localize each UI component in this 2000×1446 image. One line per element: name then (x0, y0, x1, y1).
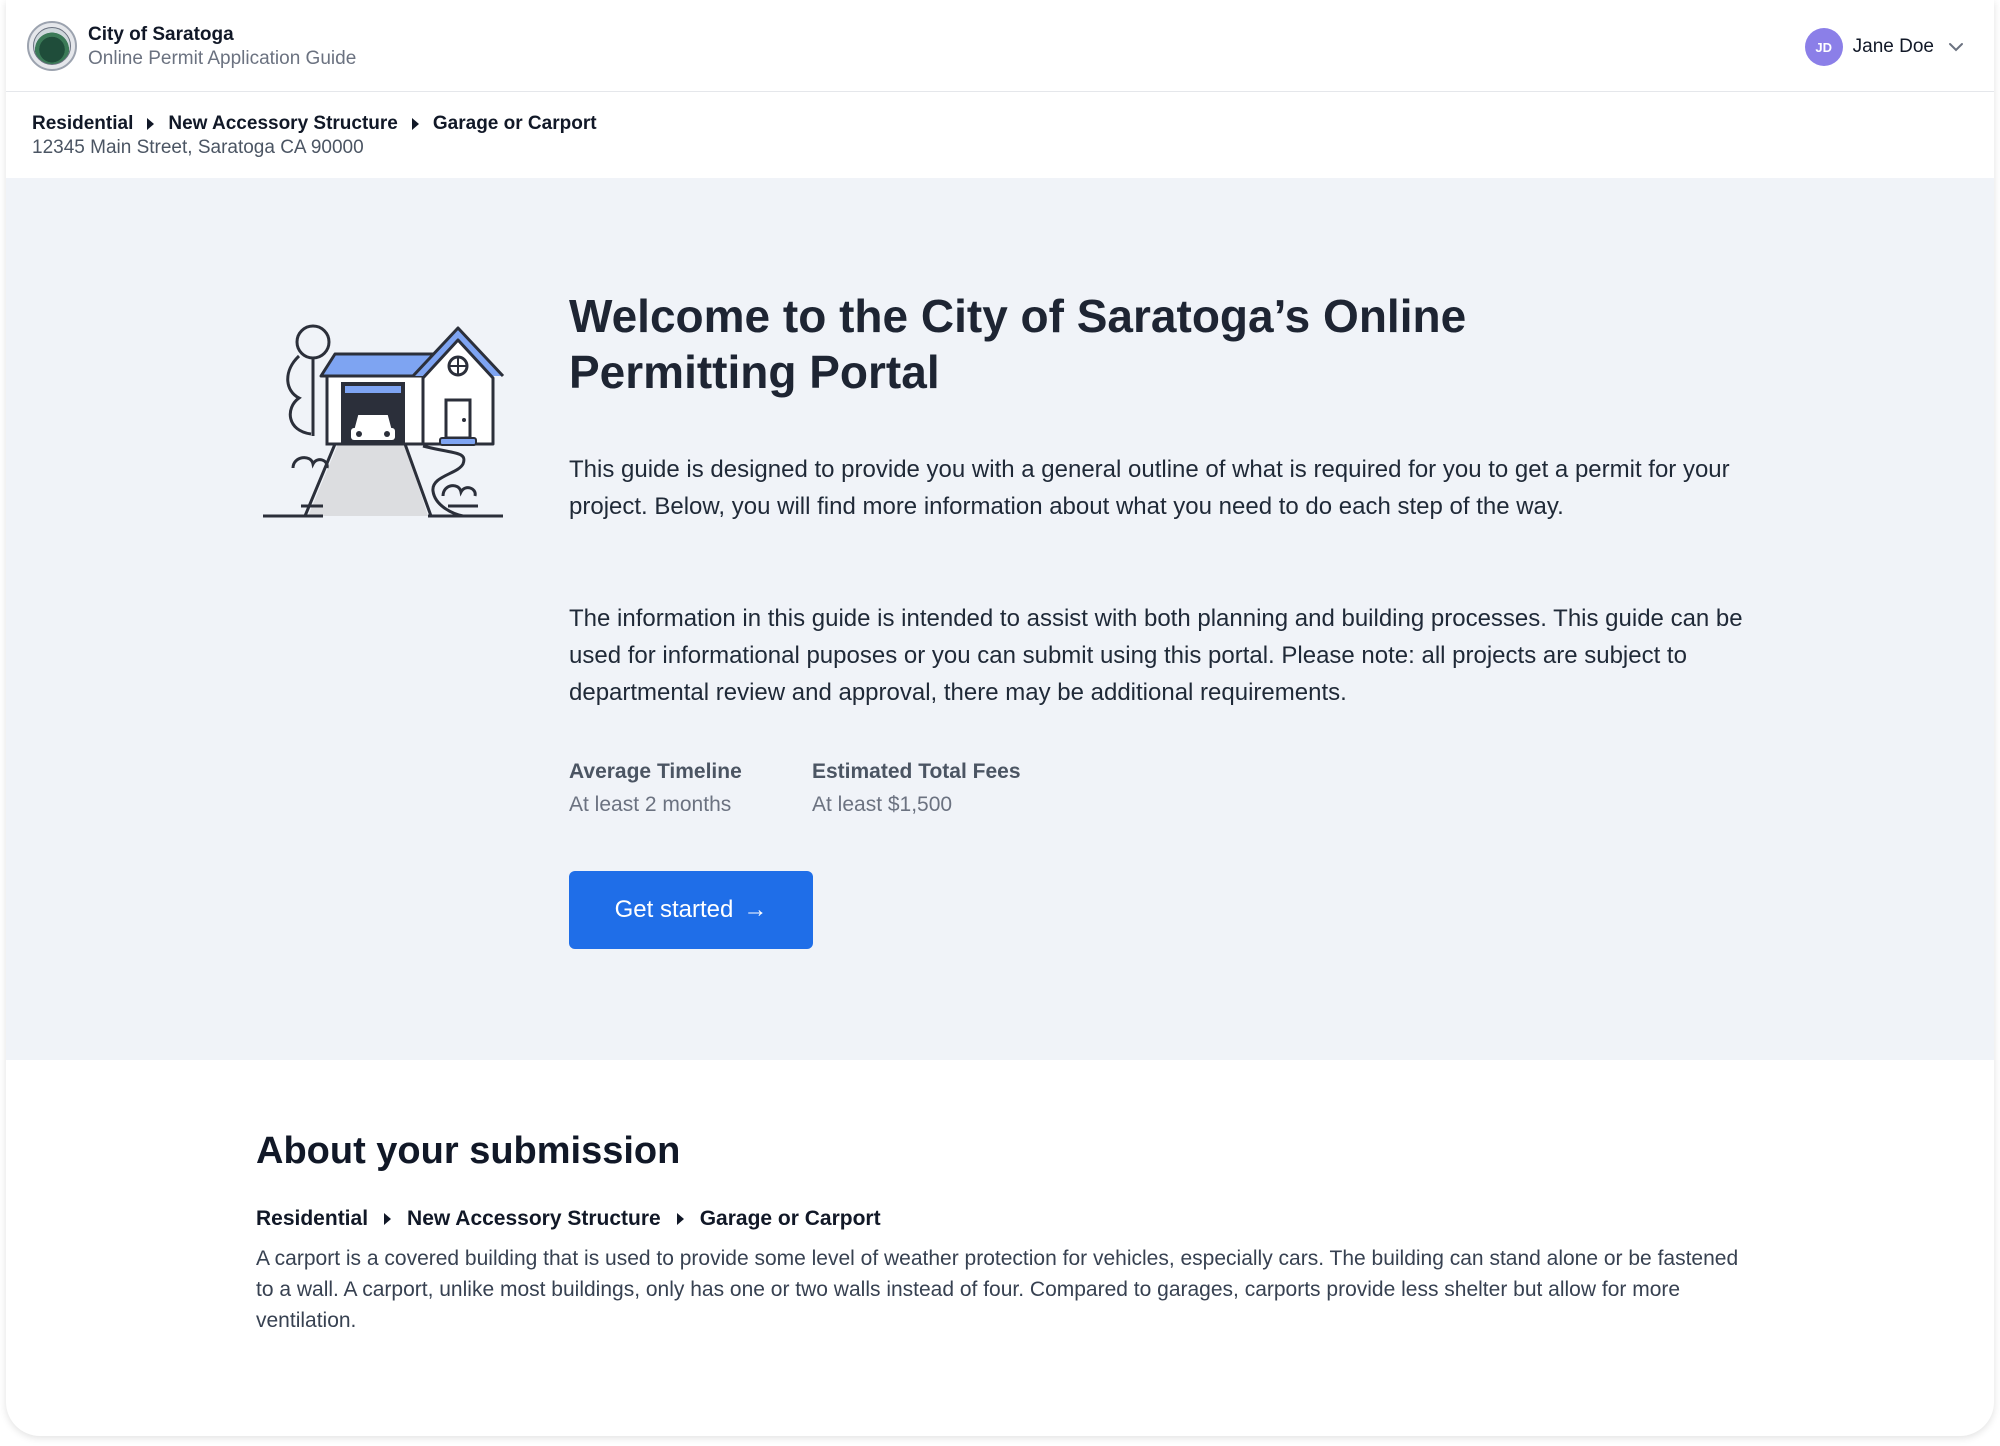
top-header: City of Saratoga Online Permit Applicati… (6, 0, 1994, 92)
about-breadcrumb-item: Residential (256, 1207, 369, 1230)
intro-paragraph: This guide is designed to provide you wi… (569, 456, 1730, 520)
breadcrumb-item-accessory[interactable]: New Accessory Structure (168, 113, 398, 135)
city-seal-logo[interactable] (27, 21, 77, 71)
stat-value: At least $1,500 (812, 793, 953, 816)
caret-right-icon (384, 1213, 392, 1225)
page-title: Welcome to the City of Saratoga’s Online… (569, 290, 1467, 398)
caret-right-icon (147, 118, 155, 130)
info-paragraph: The information in this guide is intende… (569, 605, 1743, 706)
stat-value: At least 2 months (569, 793, 732, 816)
hero-section: Welcome to the City of Saratoga’s Online… (6, 178, 1994, 1060)
get-started-button[interactable]: Get started → (569, 871, 813, 949)
stat-label: Estimated Total Fees (812, 760, 1021, 783)
about-breadcrumb-item: Garage or Carport (699, 1207, 881, 1230)
breadcrumb: Residential New Accessory Structure Gara… (32, 113, 597, 135)
user-menu[interactable]: JD Jane Doe (1804, 28, 1964, 66)
stat-average-timeline: Average Timeline At least 2 months (569, 760, 742, 817)
caret-right-icon (411, 118, 419, 130)
avatar: JD (1804, 28, 1843, 66)
user-name: Jane Doe (1852, 36, 1934, 57)
stat-label: Average Timeline (569, 760, 742, 783)
about-breadcrumb-item: New Accessory Structure (407, 1207, 661, 1230)
breadcrumb-item-garage[interactable]: Garage or Carport (433, 113, 597, 135)
arrow-right-icon: → (743, 896, 768, 923)
caret-right-icon (676, 1213, 684, 1225)
project-address: 12345 Main Street, Saratoga CA 90000 (32, 137, 364, 158)
section-title-about: About your submission (256, 1130, 681, 1172)
chevron-down-icon (1949, 43, 1963, 52)
breadcrumb-bar: Residential New Accessory Structure Gara… (6, 93, 1994, 178)
breadcrumb-item-residential[interactable]: Residential (32, 113, 133, 135)
get-started-label: Get started (614, 896, 734, 923)
app-window: City of Saratoga Online Permit Applicati… (6, 0, 1994, 1436)
org-subtitle: Online Permit Application Guide (88, 48, 357, 69)
about-description: A carport is a covered building that is … (256, 1247, 1739, 1332)
stat-estimated-fees: Estimated Total Fees At least $1,500 (812, 760, 1021, 817)
city-seal-emblem (33, 27, 71, 65)
org-name: City of Saratoga (88, 24, 234, 45)
about-breadcrumb: Residential New Accessory Structure Gara… (256, 1207, 881, 1231)
garage-house-illustration (263, 324, 505, 518)
